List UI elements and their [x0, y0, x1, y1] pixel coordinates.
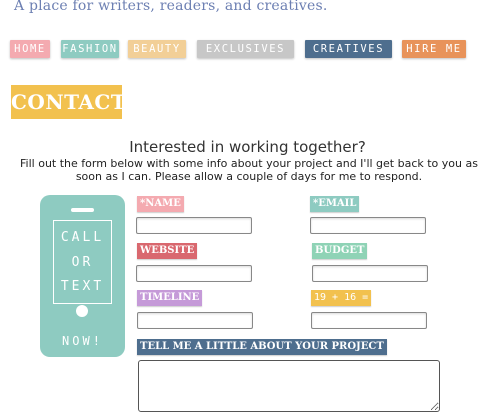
phone-illustration: CALL OR TEXT NOW! — [40, 195, 125, 357]
nav-fashion[interactable]: FASHION — [61, 40, 119, 58]
page-title: CONTACT — [11, 85, 126, 119]
name-field[interactable] — [136, 217, 252, 234]
site-tagline: A place for writers, readers, and creati… — [14, 0, 328, 14]
form-heading: Interested in working together? — [129, 138, 366, 156]
website-label: WEBSITE — [137, 243, 198, 259]
website-field[interactable] — [136, 265, 252, 282]
nav-beauty[interactable]: BEAUTY — [128, 40, 186, 58]
nav-home[interactable]: HOME — [10, 40, 50, 58]
email-label: *EMAIL — [310, 196, 360, 212]
nav-hire-me[interactable]: HIRE ME — [402, 40, 466, 58]
form-intro: Fill out the form below with some info a… — [20, 157, 478, 183]
phone-text-text: TEXT — [60, 278, 105, 294]
phone-speaker — [71, 208, 94, 212]
phone-cta: NOW! — [62, 334, 103, 348]
project-label: TELL ME A LITTLE ABOUT YOUR PROJECT — [137, 339, 387, 355]
phone-text-call: CALL — [60, 230, 105, 246]
timeline-label: TIMELINE — [137, 290, 203, 306]
phone-text-or: OR — [71, 254, 94, 270]
phone-screen: CALL OR TEXT — [53, 220, 112, 304]
name-label: *NAME — [137, 196, 184, 212]
budget-label: BUDGET — [312, 243, 368, 259]
email-field[interactable] — [310, 217, 426, 234]
project-description-field[interactable] — [138, 360, 440, 412]
nav-exclusives[interactable]: EXCLUSIVES — [197, 40, 294, 58]
captcha-field[interactable] — [311, 312, 427, 329]
budget-field[interactable] — [312, 265, 428, 282]
captcha-label: 19 + 16 = — [311, 290, 372, 306]
nav-creatives[interactable]: CREATIVES — [305, 40, 392, 58]
phone-home-button — [76, 305, 88, 317]
timeline-field[interactable] — [137, 312, 253, 329]
